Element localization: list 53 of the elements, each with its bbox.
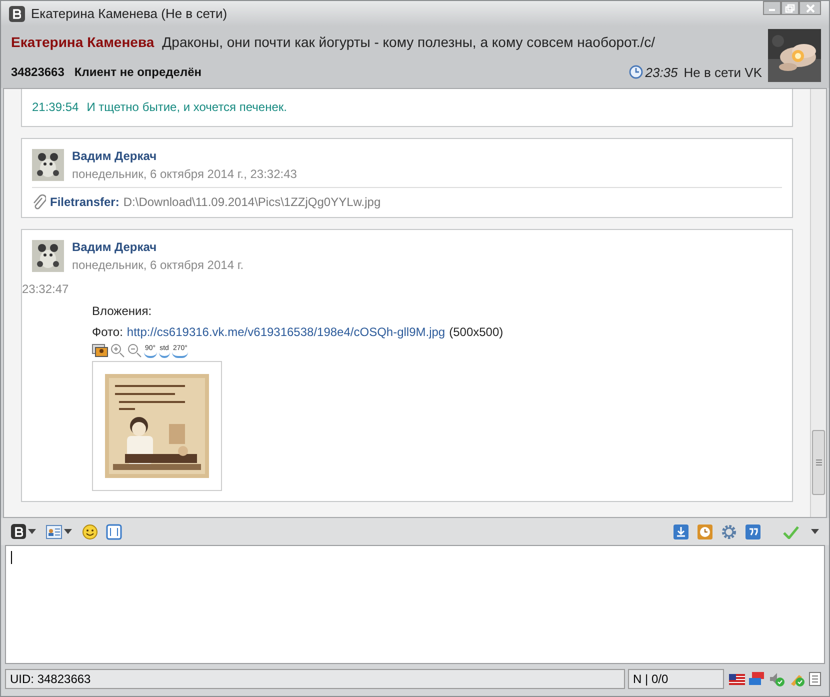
photo-link[interactable]: http://cs619316.vk.me/v619316538/198e4/cOSQh-gll9M.jpg <box>126 323 446 341</box>
window-title: Екатерина Каменева (Не в сети) <box>31 4 228 23</box>
maximize-icon <box>785 4 795 12</box>
contact-card-button[interactable] <box>46 524 72 538</box>
vk-menu-button[interactable] <box>11 524 36 539</box>
author-name: Вадим Деркач <box>72 148 158 165</box>
minimize-button[interactable] <box>763 1 781 15</box>
photo-label: Фото: <box>92 324 123 341</box>
maximize-button[interactable] <box>781 1 799 15</box>
smiley-button[interactable] <box>82 524 98 540</box>
message-input-field[interactable] <box>5 545 825 664</box>
gallery-icon[interactable] <box>92 344 108 356</box>
uid-field: UID: 34823663 <box>5 669 625 689</box>
zoom-out-icon[interactable] <box>127 342 142 358</box>
vk-logo-icon <box>11 524 26 539</box>
contact-name: Екатерина Каменева <box>11 32 154 52</box>
download-button[interactable] <box>673 524 689 540</box>
file-path: D:\Download\11.09.2014\Pics\1ZZjQg0YYLw.jpg <box>123 194 381 211</box>
frame-button[interactable] <box>106 524 122 540</box>
caret-icon <box>64 529 72 534</box>
message-counter: N | 0/0 <box>628 669 724 689</box>
speaker-icon[interactable] <box>769 672 785 686</box>
quote-button[interactable] <box>745 524 761 540</box>
attachments-heading: Вложения: <box>92 303 153 320</box>
status-message: Драконы, они почти как йогурты - кому полезны, а кому совсем наоборот./c/ <box>162 32 656 52</box>
message-time: 21:39:54 <box>32 99 79 116</box>
avatar-icon <box>32 149 64 181</box>
clock-icon <box>629 65 644 80</box>
client-label: Клиент не определён <box>74 64 202 82</box>
scrollbar-thumb[interactable] <box>812 430 825 495</box>
vk-logo-icon <box>9 6 25 22</box>
caret-icon <box>28 529 36 534</box>
presence-status: Не в сети VK <box>684 64 762 82</box>
message-time: 23:32:47 <box>22 281 70 298</box>
scrollbar[interactable] <box>810 89 826 517</box>
close-button[interactable] <box>799 1 821 15</box>
local-time: 23:35 <box>645 64 678 82</box>
close-icon <box>806 4 814 12</box>
author-name: Вадим Деркач <box>72 239 158 256</box>
avatar-icon <box>32 240 64 272</box>
file-transfer-label: Filetransfer: <box>50 194 120 211</box>
flag-icon[interactable] <box>729 674 745 684</box>
settings-button[interactable] <box>721 524 737 540</box>
message-date: понедельник, 6 октября 2014 г. <box>72 257 244 274</box>
send-options-button[interactable] <box>811 529 819 534</box>
message-text: И тщетно бытие, и хочется печенек. <box>86 99 287 116</box>
message-date: понедельник, 6 октября 2014 г., 23:32:43 <box>72 166 297 183</box>
paperclip-icon <box>32 194 46 210</box>
history-button[interactable] <box>697 524 713 540</box>
user-id: 34823663 <box>11 64 64 82</box>
list-icon[interactable] <box>809 672 821 686</box>
image-size: (500x500) <box>449 324 504 341</box>
contact-card-icon <box>46 524 62 538</box>
